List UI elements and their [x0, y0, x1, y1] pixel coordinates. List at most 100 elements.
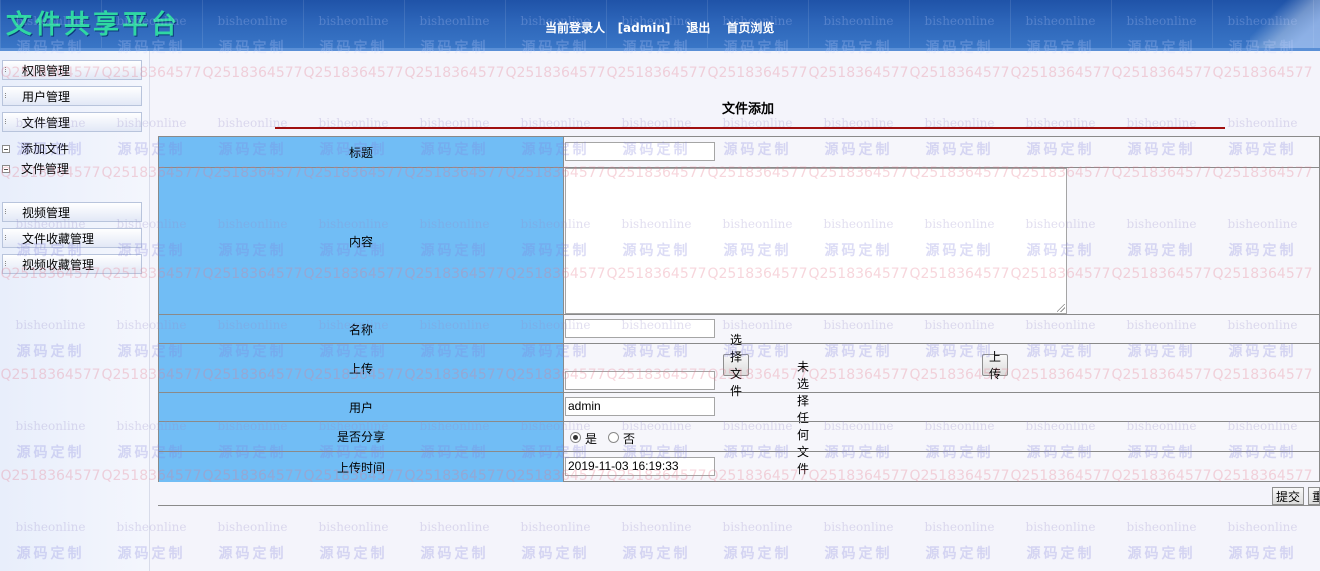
sidebar-sub-label: 添加文件 [21, 142, 70, 156]
watermark-row: Q2518364577Q2518364577Q2518364577Q251836… [0, 65, 1320, 85]
sidebar-sub-add-file[interactable]: 添加文件 [2, 140, 69, 157]
form-row-share: 是否分享 是 否 [159, 422, 1320, 452]
user-input[interactable]: admin [565, 397, 715, 416]
upload-path-input[interactable] [565, 371, 715, 390]
watermark-text: bisheonline [419, 520, 490, 534]
sidebar-sub-file-manage[interactable]: 文件管理 [2, 160, 69, 177]
share-no-label: 否 [623, 432, 636, 446]
watermark-text: 源码定制 [521, 546, 590, 562]
sidebar: 权限管理 用户管理 文件管理 添加文件 文件管理 视频管理 文件收藏管理 视频收… [0, 51, 150, 571]
watermark-text: Q2518364577 [303, 65, 404, 81]
title-input[interactable] [565, 142, 715, 161]
watermark-text: bisheonline [318, 520, 389, 534]
watermark-row: bisheonline bisheonline bisheonline bisheon… [0, 520, 1320, 537]
watermark-text: Q2518364577 [404, 65, 505, 81]
watermark-text: bisheonline [1227, 116, 1298, 130]
form-actions: 提交 重 [158, 482, 1320, 506]
watermark-text: 源码定制 [622, 546, 691, 562]
watermark-text: bisheonline [217, 520, 288, 534]
sidebar-sub-label: 文件管理 [21, 162, 70, 176]
header-divider [0, 48, 1320, 51]
sidebar-item-label: 权限管理 [22, 63, 71, 78]
sidebar-item-label: 视频收藏管理 [22, 257, 95, 272]
sidebar-item-users[interactable]: 用户管理 [2, 86, 142, 106]
form-row-content: 内容 [159, 168, 1320, 315]
watermark-text: bisheonline [1025, 520, 1096, 534]
watermark-text: 源码定制 [1228, 546, 1297, 562]
watermark-text: Q2518364577 [909, 65, 1010, 81]
watermark-text: bisheonline [1126, 520, 1197, 534]
home-browse-link[interactable]: 首页浏览 [726, 19, 774, 36]
upload-time-label: 上传时间 [159, 452, 564, 482]
upload-time-input[interactable]: 2019-11-03 16:19:33 [565, 457, 715, 476]
share-yes-radio[interactable] [570, 432, 581, 443]
current-user-label: 当前登录人 [545, 21, 606, 35]
header: 文件共享平台 当前登录人 [admin] 退出 首页浏览 [0, 0, 1320, 50]
sidebar-item-video-favorites[interactable]: 视频收藏管理 [2, 254, 142, 274]
upload-button[interactable]: 上传 [982, 350, 1009, 381]
resize-grip-icon[interactable] [1057, 304, 1065, 312]
form-row-upload-time: 上传时间 2019-11-03 16:19:33 [159, 452, 1320, 482]
watermark-text: Q2518364577 [707, 65, 808, 81]
tree-line-icon [5, 93, 10, 98]
site-logo: 文件共享平台 [6, 10, 181, 40]
watermark-text: Q2518364577 [505, 65, 606, 81]
watermark-text: Q2518364577 [808, 65, 909, 81]
watermark-text: Q2518364577 [1111, 65, 1212, 81]
sidebar-item-videos[interactable]: 视频管理 [2, 202, 142, 222]
form-row-user: 用户 admin [159, 393, 1320, 422]
reset-button[interactable]: 重 [1308, 487, 1320, 505]
watermark-text: bisheonline [520, 520, 591, 534]
name-label: 名称 [159, 315, 564, 343]
watermark-text: 源码定制 [420, 546, 489, 562]
tree-line-icon [5, 261, 10, 266]
logout-link[interactable]: 退出 [686, 19, 710, 36]
tree-line-icon [5, 209, 10, 214]
watermark-text: bisheonline [924, 520, 995, 534]
tree-line-icon [5, 235, 10, 240]
title-label: 标题 [159, 137, 564, 167]
sidebar-item-permissions[interactable]: 权限管理 [2, 60, 142, 80]
watermark-text: 源码定制 [1127, 546, 1196, 562]
watermark-text: Q2518364577 [1212, 65, 1313, 81]
content-label: 内容 [159, 168, 564, 314]
sidebar-item-label: 文件收藏管理 [22, 231, 95, 246]
watermark-text: bisheonline [1227, 520, 1298, 534]
share-label: 是否分享 [159, 422, 564, 451]
name-input[interactable] [565, 319, 715, 338]
current-user-name: [admin] [617, 21, 671, 35]
collapse-icon [2, 144, 10, 153]
header-corner-decoration [1250, 0, 1320, 50]
watermark-row: 源码定制 源码定制 源码定制 源码定制 源码定制 源码定制 源码定制 源码定制 源码定制 源码定制… [0, 543, 1320, 567]
watermark-text: 源码定制 [1026, 546, 1095, 562]
submit-button[interactable]: 提交 [1272, 487, 1305, 505]
tree-line-icon [5, 119, 10, 124]
watermark-text: 源码定制 [218, 546, 287, 562]
watermark-text: Q2518364577 [606, 65, 707, 81]
watermark-text: bisheonline [823, 520, 894, 534]
watermark-text: bisheonline [722, 520, 793, 534]
share-no-radio[interactable] [608, 432, 619, 443]
collapse-icon [2, 164, 10, 173]
page-title: 文件添加 [722, 102, 775, 117]
watermark-row: bisheonline bisheonline bisheonline bisheon… [0, 116, 1320, 133]
current-user: 当前登录人 [admin] [545, 19, 670, 36]
form-row-title: 标题 [159, 137, 1320, 168]
watermark-text: 源码定制 [824, 546, 893, 562]
choose-file-button[interactable]: 选择文件 [723, 333, 750, 398]
share-yes-label: 是 [585, 432, 598, 446]
watermark-text: 源码定制 [319, 546, 388, 562]
tree-line-icon [5, 67, 10, 72]
title-underline [275, 127, 1225, 129]
watermark-text: Q2518364577 [1010, 65, 1111, 81]
sidebar-item-label: 视频管理 [22, 205, 71, 220]
form-row-upload: 上传 选择文件 未选择任何文件 上传 [159, 333, 1320, 476]
sidebar-item-file-favorites[interactable]: 文件收藏管理 [2, 228, 142, 248]
watermark-text: Q2518364577 [202, 65, 303, 81]
sidebar-item-label: 用户管理 [22, 89, 71, 104]
sidebar-item-label: 文件管理 [22, 115, 71, 130]
content-textarea[interactable] [565, 168, 1067, 314]
top-nav: 当前登录人 [admin] 退出 首页浏览 [545, 19, 774, 36]
watermark-text: bisheonline [621, 520, 692, 534]
sidebar-item-files[interactable]: 文件管理 [2, 112, 142, 132]
